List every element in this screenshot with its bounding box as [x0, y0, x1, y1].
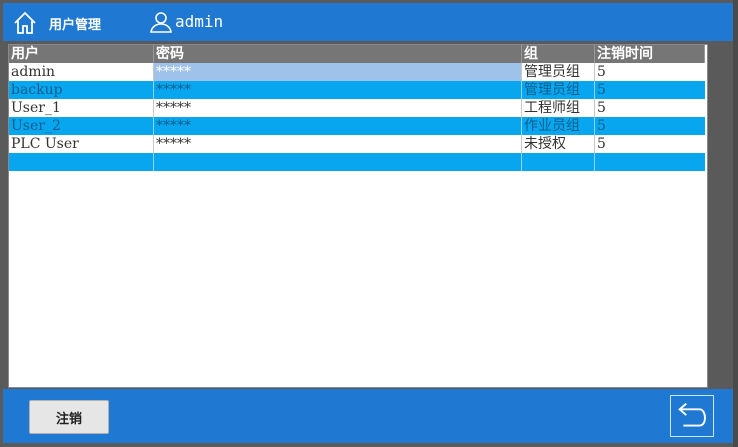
cell-group: 管理员组 [522, 63, 595, 81]
home-icon[interactable] [12, 10, 38, 36]
column-header-logout-time[interactable]: 注销时间 [595, 45, 705, 63]
cell-password[interactable]: ***** [154, 117, 522, 135]
cell-user: User_1 [9, 99, 154, 117]
cell-password[interactable]: ***** [154, 135, 522, 153]
cell-user: admin [9, 63, 154, 81]
column-header-group[interactable]: 组 [522, 45, 595, 63]
cell-logout-time: 5 [595, 117, 705, 135]
cell-group [522, 153, 595, 171]
cell-user: backup [9, 81, 154, 99]
table-row[interactable]: PLC User ***** 未授权 5 [9, 135, 707, 153]
cell-password[interactable]: ***** [154, 99, 522, 117]
table-row[interactable]: admin ***** 管理员组 5 [9, 63, 707, 81]
return-arrow-icon [678, 402, 706, 427]
cell-group: 未授权 [522, 135, 595, 153]
cell-password[interactable]: ***** [154, 81, 522, 99]
page-title: 用户管理 [49, 18, 102, 33]
table-row[interactable]: User_1 ***** 工程师组 5 [9, 99, 707, 117]
table-header-row: 用户 密码 组 注销时间 [9, 45, 707, 63]
user-table[interactable]: 用户 密码 组 注销时间 admin ***** 管理员组 5 backup *… [8, 44, 708, 388]
title-bar: 用户管理 admin [3, 3, 733, 41]
back-button[interactable] [670, 395, 714, 437]
bottom-bar: 注销 [3, 389, 733, 443]
current-user-label: admin [175, 12, 224, 31]
table-row[interactable]: User_2 ***** 作业员组 5 [9, 117, 707, 135]
window-edge [733, 0, 738, 447]
cell-logout-time [595, 153, 705, 171]
user-icon [150, 12, 172, 33]
cell-group: 作业员组 [522, 117, 595, 135]
table-body: admin ***** 管理员组 5 backup ***** 管理员组 5 U… [9, 63, 707, 171]
cell-logout-time: 5 [595, 99, 705, 117]
cell-user [9, 153, 154, 171]
cell-group: 管理员组 [522, 81, 595, 99]
cell-password[interactable]: ***** [154, 63, 522, 81]
cell-group: 工程师组 [522, 99, 595, 117]
column-header-password[interactable]: 密码 [154, 45, 522, 63]
cell-user: PLC User [9, 135, 154, 153]
table-row-empty[interactable] [9, 153, 707, 171]
cell-password[interactable] [154, 153, 522, 171]
logout-button[interactable]: 注销 [29, 400, 109, 434]
cell-logout-time: 5 [595, 81, 705, 99]
cell-logout-time: 5 [595, 135, 705, 153]
cell-logout-time: 5 [595, 63, 705, 81]
table-row[interactable]: backup ***** 管理员组 5 [9, 81, 707, 99]
cell-user: User_2 [9, 117, 154, 135]
column-header-user[interactable]: 用户 [9, 45, 154, 63]
